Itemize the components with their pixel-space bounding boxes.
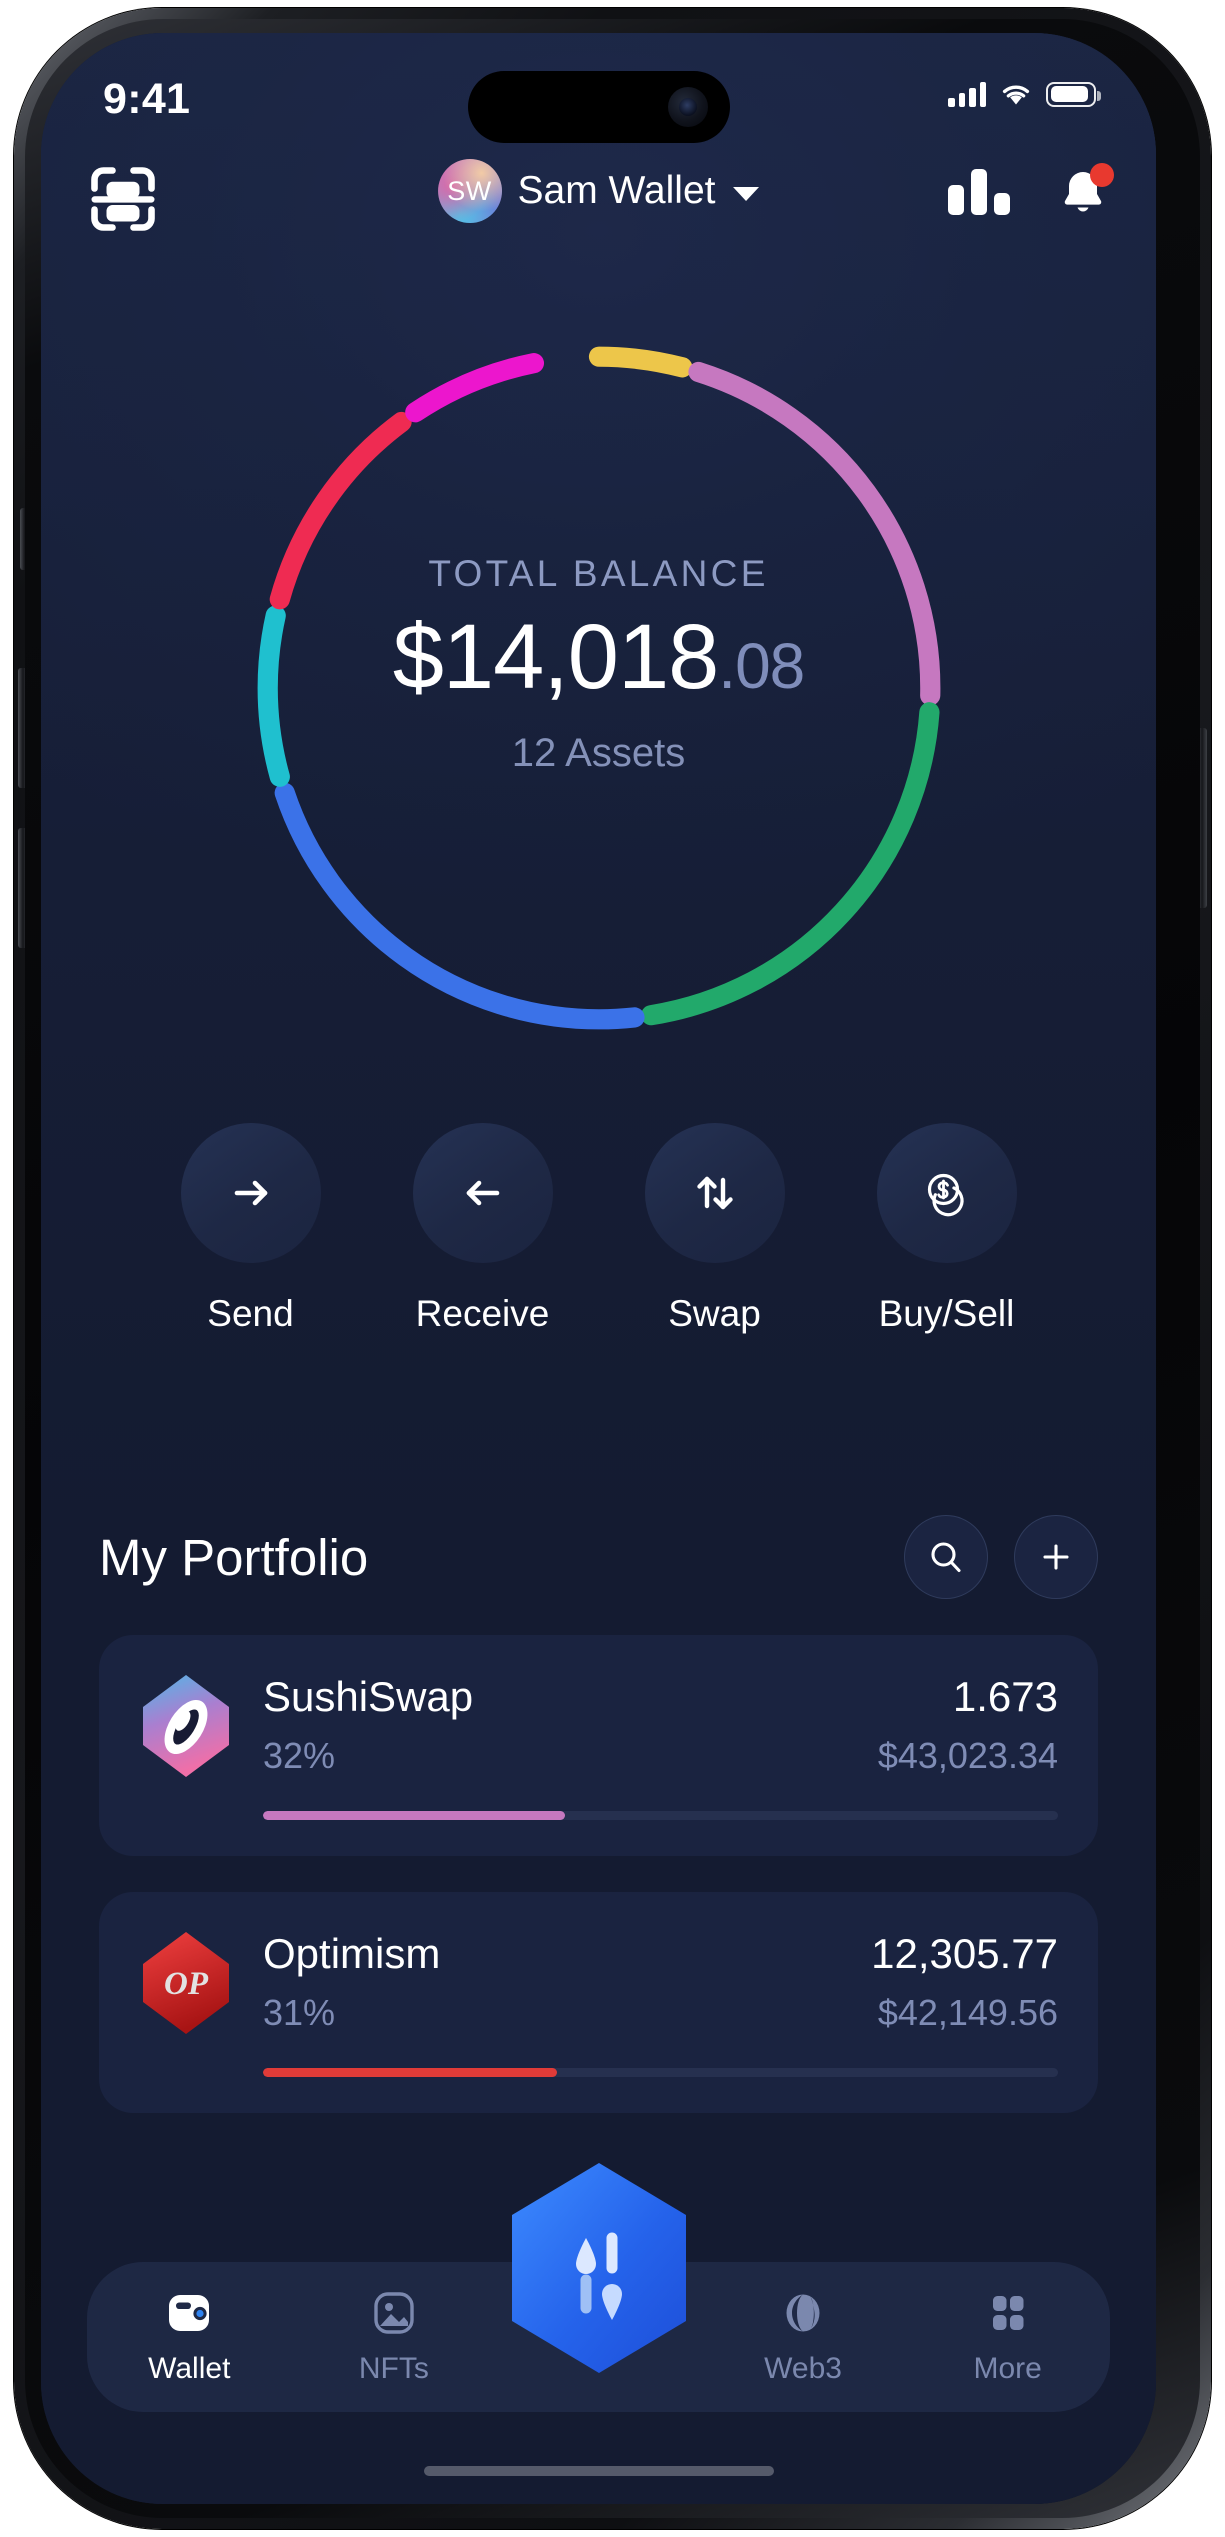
asset-percent: 32% — [263, 1735, 336, 1776]
app-header: SW Sam Wallet — [41, 151, 1156, 251]
bar-chart-icon[interactable] — [948, 169, 1010, 215]
wallet-icon — [169, 2295, 210, 2331]
balance-cents: .08 — [718, 630, 805, 702]
tab-more[interactable]: More — [905, 2288, 1110, 2386]
search-icon — [931, 1542, 961, 1573]
tab-wallet[interactable]: Wallet — [87, 2288, 292, 2386]
send-button-circle — [180, 1123, 321, 1263]
asset-bottom-row: 31% $42,149.56 — [263, 1992, 1058, 2034]
balance-whole: $14,018 — [392, 606, 720, 708]
asset-details: SushiSwap 1.673 32% $43,023.34 — [263, 1673, 1058, 1820]
mute-switch[interactable] — [20, 508, 29, 570]
asset-name: SushiSwap — [263, 1673, 474, 1720]
svg-text:OP: OP — [164, 1966, 209, 2002]
asset-quantity: 1.673 — [952, 1673, 1058, 1720]
asset-allocation-bar — [263, 2068, 1058, 2077]
optimism-logo: OP — [139, 1930, 233, 2036]
tab-wallet-label: Wallet — [148, 2352, 231, 2385]
scan-qr-icon[interactable] — [87, 163, 159, 235]
image-icon — [374, 2292, 414, 2334]
tab-web3-label: Web3 — [764, 2352, 842, 2385]
wallet-name: Sam Wallet — [517, 169, 716, 212]
asset-allocation-bar — [263, 1811, 1058, 1820]
tab-nfts-label: NFTs — [358, 2352, 429, 2385]
cellular-signal-icon — [948, 81, 986, 107]
sushiswap-logo — [139, 1673, 233, 1779]
arrow-left-icon — [466, 1180, 499, 1206]
asset-percent: 31% — [263, 1992, 336, 2033]
asset-allocation-fill — [263, 1811, 566, 1820]
asset-allocation-fill — [263, 2068, 558, 2077]
assets-count: 12 Assets — [511, 731, 686, 775]
front-camera — [667, 87, 708, 127]
battery-icon — [1046, 81, 1101, 107]
notifications-button[interactable] — [1056, 163, 1114, 219]
send-label: Send — [207, 1293, 294, 1334]
avatar-initials: SW — [447, 175, 492, 206]
asset-quantity: 12,305.77 — [871, 1930, 1058, 1977]
asset-name: Optimism — [263, 1930, 441, 1977]
avatar: SW — [437, 159, 502, 223]
volume-up-button[interactable] — [18, 668, 28, 788]
receive-button[interactable]: Receive — [412, 1123, 553, 1335]
infinity-wallet-hexagon-icon — [511, 2163, 686, 2373]
list-item[interactable]: SushiSwap 1.673 32% $43,023.34 — [99, 1635, 1098, 1856]
buy-sell-label: Buy/Sell — [878, 1293, 1015, 1334]
asset-list: SushiSwap 1.673 32% $43,023.34 OP Optimi… — [99, 1635, 1098, 2149]
infinity-wallet-fab[interactable] — [500, 2160, 698, 2376]
asset-top-row: SushiSwap 1.673 — [263, 1673, 1058, 1721]
balance-label: TOTAL BALANCE — [428, 553, 769, 594]
balance-block: TOTAL BALANCE $14,018.08 12 Assets — [41, 553, 1156, 776]
portfolio-header-actions — [904, 1515, 1098, 1599]
send-button[interactable]: Send — [180, 1123, 321, 1335]
arrow-right-icon — [234, 1180, 267, 1206]
grid-icon — [992, 2296, 1024, 2330]
dynamic-island — [467, 71, 730, 143]
receive-button-circle — [412, 1123, 553, 1263]
header-actions — [948, 163, 1114, 219]
screenshot-stage: 9:41 SW Sam Wallet TOTAL BALANCE $14,018… — [0, 0, 1225, 2537]
home-indicator — [423, 2466, 774, 2476]
quick-actions: Send Receive Swap Buy/Sell — [41, 1123, 1156, 1335]
wifi-icon — [1002, 85, 1030, 105]
plus-icon — [1043, 1544, 1069, 1570]
chevron-down-icon — [733, 186, 760, 201]
globe-icon — [786, 2294, 820, 2332]
swap-button[interactable]: Swap — [644, 1123, 785, 1335]
asset-value: $42,149.56 — [877, 1992, 1058, 2033]
search-button[interactable] — [904, 1515, 988, 1599]
swap-arrows-icon — [696, 1176, 733, 1210]
status-indicators — [948, 81, 1101, 107]
asset-value: $43,023.34 — [877, 1735, 1058, 1776]
wallet-switcher[interactable]: SW Sam Wallet — [437, 159, 760, 223]
buy-sell-button-circle — [876, 1123, 1017, 1263]
swap-label: Swap — [668, 1293, 761, 1334]
tab-web3[interactable]: Web3 — [701, 2288, 906, 2386]
tab-more-label: More — [973, 2352, 1042, 2385]
phone-screen: 9:41 SW Sam Wallet TOTAL BALANCE $14,018… — [41, 33, 1156, 2504]
volume-down-button[interactable] — [18, 828, 28, 948]
page-title: My Portfolio — [99, 1528, 369, 1586]
tab-nfts[interactable]: NFTs — [292, 2288, 497, 2386]
list-item[interactable]: OP Optimism 12,305.77 31% $42,149.56 — [99, 1892, 1098, 2113]
asset-bottom-row: 32% $43,023.34 — [263, 1735, 1058, 1777]
asset-details: Optimism 12,305.77 31% $42,149.56 — [263, 1930, 1058, 2077]
dollar-coins-icon — [927, 1173, 964, 1217]
buy-sell-button[interactable]: Buy/Sell — [876, 1123, 1017, 1335]
asset-top-row: Optimism 12,305.77 — [263, 1930, 1058, 1978]
notification-badge — [1090, 163, 1114, 187]
balance-amount: $14,018.08 — [41, 611, 1156, 703]
add-asset-button[interactable] — [1014, 1515, 1098, 1599]
power-button[interactable] — [1197, 728, 1207, 908]
status-time: 9:41 — [103, 75, 191, 123]
portfolio-header: My Portfolio — [41, 1515, 1156, 1599]
swap-button-circle — [644, 1123, 785, 1263]
receive-label: Receive — [415, 1293, 550, 1334]
